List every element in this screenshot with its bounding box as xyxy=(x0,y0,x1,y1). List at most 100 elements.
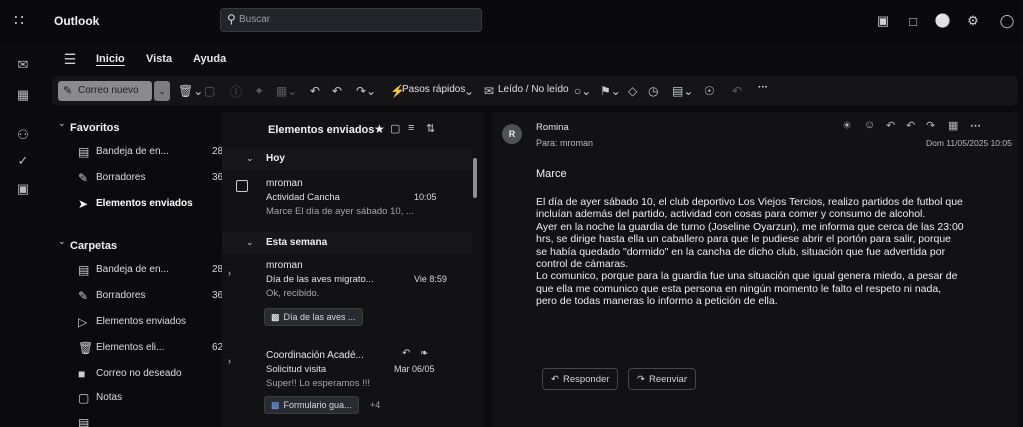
sender-name[interactable]: Romina xyxy=(536,122,569,133)
archive-icon[interactable]: ▤ xyxy=(78,416,89,427)
folder-label: Correo no deseado xyxy=(96,368,182,379)
report-icon[interactable]: ⓘ xyxy=(230,82,242,100)
message-checkbox[interactable] xyxy=(236,180,248,192)
read-unread-button[interactable]: Leído / No leído xyxy=(498,84,569,95)
sent-icon: ▷ xyxy=(78,315,88,329)
forward-icon[interactable]: ↷⌄ xyxy=(356,82,376,100)
group-header-this-week[interactable]: ⌄ Esta semana xyxy=(222,232,472,254)
attachment-chip[interactable]: ▩ Formulario gua... xyxy=(264,396,359,414)
notes-icon: ▢ xyxy=(78,391,90,405)
folder-item[interactable]: ▤ Bandeja de en... 28 xyxy=(78,145,223,162)
folder-item[interactable]: 🗑 Elementos eli... 62 xyxy=(78,341,223,358)
sort-icon[interactable]: ⇅ xyxy=(426,122,435,135)
folder-label: Borradores xyxy=(96,172,146,183)
message-item[interactable]: › Coordinación Acadé... ↶ ❧ Solicitud vi… xyxy=(222,346,472,426)
bell-icon[interactable]: ⚪ xyxy=(932,10,954,32)
forward-icon[interactable]: ↷ xyxy=(926,119,935,132)
message-date: Dom 11/05/2025 10:05 xyxy=(926,138,1012,148)
reply-icon[interactable]: ↶ xyxy=(886,119,895,132)
calendar-icon[interactable]: ▦ xyxy=(12,84,34,106)
folder-item[interactable]: ▷ Elementos enviados xyxy=(78,315,218,332)
people-icon[interactable]: ⚇ xyxy=(12,124,34,146)
folder-item[interactable]: ▤ Bandeja de en... 28 xyxy=(78,263,223,280)
tag-icon[interactable]: ○⌄ xyxy=(574,82,591,100)
chevron-right-icon[interactable]: › xyxy=(228,268,231,278)
attachment-chip[interactable]: ▩ Día de las aves ... xyxy=(264,308,363,326)
quick-steps-button[interactable]: Pasos rápidos xyxy=(402,84,465,95)
folder-label: Elementos enviados xyxy=(96,198,193,209)
star-icon[interactable]: ★ xyxy=(374,122,385,136)
compose-icon: ✎ xyxy=(63,85,73,97)
message-subject: Día de las aves migrato... xyxy=(266,274,374,285)
new-mail-button[interactable]: ✎ Correo nuevo xyxy=(58,81,152,101)
new-mail-dropdown[interactable]: ⌄ xyxy=(154,81,170,101)
forward-label: Reenviar xyxy=(648,374,687,385)
chevron-down-icon[interactable]: ⌄ xyxy=(58,236,66,247)
gear-icon[interactable]: ⚙ xyxy=(962,10,984,32)
app-launcher-icon[interactable]: ∷ xyxy=(8,9,30,31)
immersive-reader-icon[interactable]: ☉ xyxy=(704,82,715,100)
attachment-icon: ❧ xyxy=(420,348,429,359)
reply-all-icon[interactable]: ↶ xyxy=(906,119,915,132)
reply-all-icon[interactable]: ↶ xyxy=(332,82,342,100)
list-scrollbar[interactable] xyxy=(473,158,477,198)
archive-icon[interactable]: ▢ xyxy=(204,82,215,100)
favorites-header[interactable]: Favoritos xyxy=(70,122,120,134)
chat-icon[interactable]: □ xyxy=(902,10,924,32)
search-box[interactable]: ⚲ Buscar xyxy=(220,8,482,32)
folder-item[interactable]: ▢ Notas xyxy=(78,391,218,408)
reply-icon[interactable]: ↶ xyxy=(310,82,320,100)
search-input[interactable]: Buscar xyxy=(239,14,270,25)
forward-icon: ↷ xyxy=(637,374,645,385)
delete-icon[interactable]: 🗑⌄ xyxy=(178,82,203,100)
undo-icon[interactable]: ↶ xyxy=(732,82,742,100)
new-mail-label: Correo nuevo xyxy=(78,85,139,96)
filter-icon[interactable]: ≡ xyxy=(408,122,414,134)
pin-icon[interactable]: ◇ xyxy=(628,82,637,100)
more-options-button[interactable]: ··· xyxy=(758,82,768,93)
more-icon[interactable]: ⋯ xyxy=(970,119,981,132)
snooze-icon[interactable]: ◷ xyxy=(648,82,658,100)
message-item[interactable]: › mroman Día de las aves migrato... Vie … xyxy=(222,256,472,336)
select-icon[interactable]: ▢ xyxy=(390,122,400,135)
chevron-down-icon: ⌄ xyxy=(246,237,254,247)
more-attachments-count[interactable]: +4 xyxy=(370,400,380,410)
chevron-down-icon[interactable]: ⌄ xyxy=(464,82,474,100)
todo-check-icon[interactable]: ✓ xyxy=(12,150,34,172)
message-time: Mar 06/05 xyxy=(394,364,435,374)
chevron-down-icon[interactable]: ⌄ xyxy=(58,118,66,129)
folder-item-selected[interactable]: ➤ Elementos enviados xyxy=(78,197,218,214)
sweep-icon[interactable]: ✦ xyxy=(254,82,264,100)
message-item[interactable]: mroman Actividad Cancha 10:05 Marce El d… xyxy=(222,170,472,232)
tab-inicio[interactable]: Inicio xyxy=(96,53,125,65)
move-icon[interactable]: ▦⌄ xyxy=(276,82,297,100)
envelope-open-icon: ✉ xyxy=(484,84,495,98)
message-list: Elementos enviados ★ ▢ ≡ ⇅ ⌄ Hoy mroman … xyxy=(222,112,484,427)
chevron-down-icon: ⌄ xyxy=(246,153,254,163)
folder-item[interactable]: ■ Correo no deseado xyxy=(78,367,218,384)
tab-vista[interactable]: Vista xyxy=(146,53,172,65)
rules-icon[interactable]: ▤⌄ xyxy=(672,82,693,100)
file-icon: ▩ xyxy=(271,312,280,322)
flag-icon[interactable]: ⚑⌄ xyxy=(600,82,621,100)
apps-icon[interactable]: ▦ xyxy=(948,119,958,132)
folder-item[interactable]: ✎ Borradores 36 xyxy=(78,171,223,188)
tab-ayuda[interactable]: Ayuda xyxy=(193,53,226,65)
profile-icon[interactable]: ◯ xyxy=(996,10,1018,32)
mail-icon[interactable]: ✉ xyxy=(12,54,34,76)
apps-icon[interactable]: ▣ xyxy=(12,178,34,200)
forward-button[interactable]: ↷ Reenviar xyxy=(628,368,696,390)
group-header-today[interactable]: ⌄ Hoy xyxy=(222,148,472,170)
drafts-icon: ✎ xyxy=(78,171,89,185)
folders-header[interactable]: Carpetas xyxy=(70,240,117,252)
meet-now-icon[interactable]: ▣ xyxy=(872,10,894,32)
menu-icon[interactable]: ☰ xyxy=(62,51,78,67)
folder-label: Elementos eli... xyxy=(96,342,165,353)
emoji-icon[interactable]: ☺ xyxy=(864,119,875,131)
drafts-icon: ✎ xyxy=(78,289,89,303)
chevron-right-icon[interactable]: › xyxy=(228,356,231,366)
folder-item[interactable]: ✎ Borradores 36 xyxy=(78,289,223,306)
sun-icon[interactable]: ☀ xyxy=(842,119,852,132)
reply-button[interactable]: ↶ Responder xyxy=(542,368,619,390)
file-icon: ▩ xyxy=(271,400,280,410)
